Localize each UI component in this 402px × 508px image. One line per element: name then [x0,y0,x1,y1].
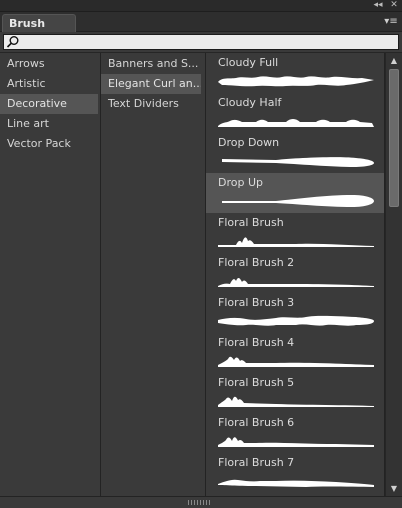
brush-stroke-preview [222,195,374,207]
double-chevron-left-icon[interactable]: ◂◂ [372,0,384,12]
brush-name: Floral Brush 7 [218,456,295,469]
brush-item[interactable]: Cloudy Full [206,53,384,93]
vertical-scrollbar[interactable]: ▲ ▼ [385,53,402,497]
brush-name: Drop Up [218,176,263,189]
brush-item[interactable]: Floral Brush 6 [206,413,384,453]
brush-name: Drop Down [218,136,280,149]
brush-item[interactable]: Cloudy Half [206,93,384,133]
subcategory-item[interactable]: Text Dividers [101,94,201,114]
panel-bottom-bar [0,496,402,508]
brush-name: Floral Brush 2 [218,256,295,269]
brush-name: Floral Brush 6 [218,416,295,429]
subcategory-item[interactable]: Elegant Curl an... [101,74,201,94]
brush-stroke-preview [218,396,374,407]
panel-title-bar: ◂◂ ✕ [0,0,402,12]
category-item[interactable]: Vector Pack [0,134,98,154]
brush-item[interactable]: Floral Brush 4 [206,333,384,373]
brush-item[interactable]: Floral Brush 2 [206,253,384,293]
brush-stroke-preview [218,437,374,447]
tab-bar: Brush Library ▾≡ [0,12,402,47]
brush-stroke-preview [218,356,374,367]
brush-stroke-preview [218,315,374,326]
brush-item[interactable]: Floral Brush 7 [206,453,384,493]
category-item[interactable]: Arrows [0,54,98,74]
brush-stroke-preview [218,237,374,247]
subcategory-column: Banners and S... Elegant Curl an... Text D… [101,53,206,497]
brush-stroke-preview [218,479,374,487]
brush-stroke-preview [222,157,374,167]
brush-name: Floral Brush 4 [218,336,295,349]
brush-stroke-preview [218,119,374,127]
scroll-up-icon[interactable]: ▲ [386,55,402,67]
tab-brush-library[interactable]: Brush Library [2,14,76,47]
brush-name: Floral Brush 5 [218,376,295,389]
subcategory-item[interactable]: Banners and S... [101,54,201,74]
category-item[interactable]: Line art [0,114,98,134]
search-icon [6,36,19,48]
brush-name: Floral Brush 3 [218,296,295,309]
brush-stroke-preview [218,76,374,87]
library-panes: Arrows Artistic Decorative Line art Vector P… [0,52,402,497]
close-icon[interactable]: ✕ [388,0,400,12]
brush-item[interactable]: Drop Down [206,133,384,173]
search-box[interactable] [3,34,399,50]
brush-name: Cloudy Full [218,56,279,69]
scrollbar-thumb[interactable] [389,69,399,207]
search-row [0,32,402,52]
brush-item[interactable]: Drop Up [206,173,384,213]
panel-menu-icon[interactable]: ▾≡ [384,15,398,29]
brush-item[interactable]: Floral Brush 3 [206,293,384,333]
search-input[interactable] [22,35,392,49]
brush-list: Cloudy Full Cloudy Half Drop Down Drop Up Fl… [206,53,385,497]
brush-name: Cloudy Half [218,96,282,109]
brush-name: Floral Brush [218,216,284,229]
resize-grip-icon[interactable] [188,500,212,505]
brush-item[interactable]: Floral Brush [206,213,384,253]
category-item[interactable]: Decorative [0,94,98,114]
category-column: Arrows Artistic Decorative Line art Vector P… [0,53,101,497]
brush-stroke-preview [218,278,374,287]
scroll-down-icon[interactable]: ▼ [386,483,402,495]
category-item[interactable]: Artistic [0,74,98,94]
brush-item[interactable]: Floral Brush 5 [206,373,384,413]
